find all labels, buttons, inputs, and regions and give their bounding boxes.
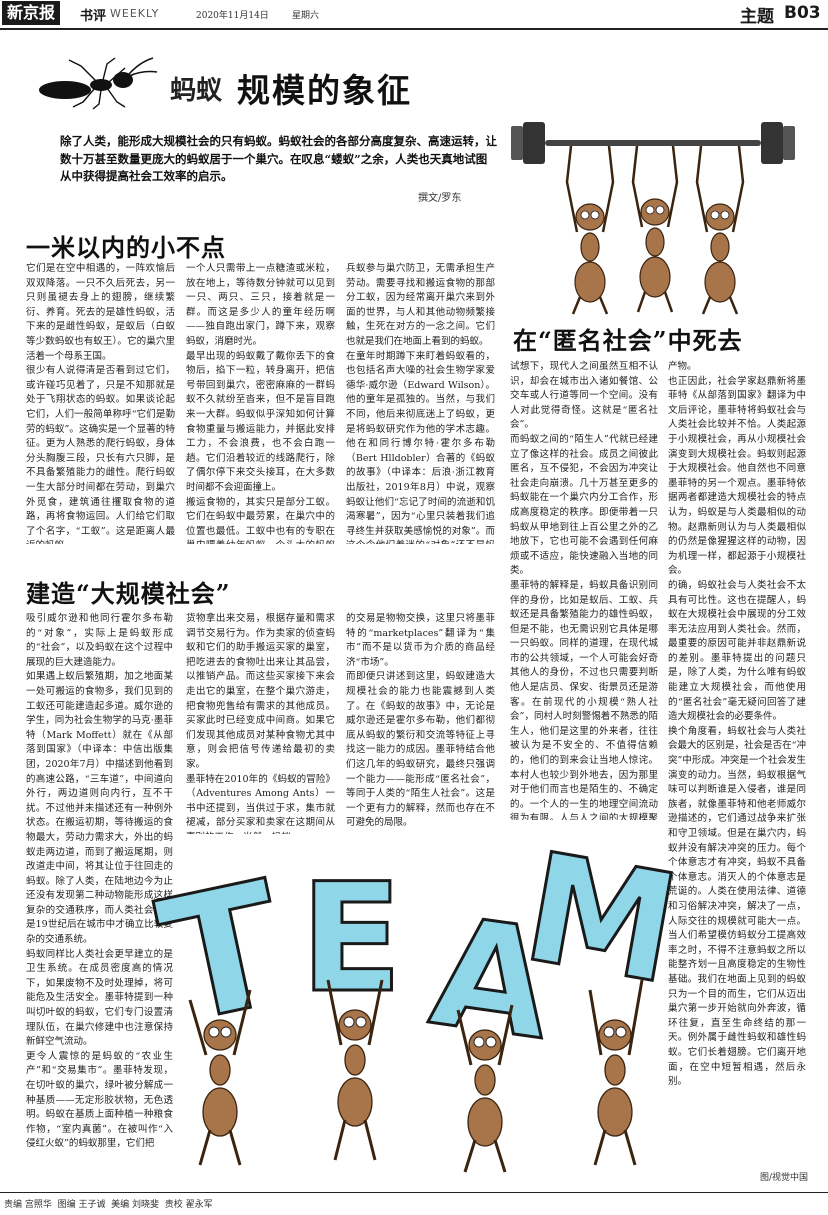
lead-paragraph: 除了人类，能形成大规模社会的只有蚂蚁。蚂蚁社会的各部分高度复杂、高速运转，让数十…: [60, 134, 497, 183]
section-title-2: 建造“大规模社会”: [26, 579, 231, 608]
letter-m: M: [513, 821, 690, 1018]
footer-rule: [0, 1192, 828, 1193]
footer-credits: 责编 宫照华 图编 王子诚 美编 刘晓斐 责校 翟永军: [4, 1200, 213, 1210]
topic-label: 主题: [740, 7, 774, 27]
section-title-3: 在“匿名社会”中死去: [513, 326, 743, 355]
masthead-rule: [0, 28, 828, 30]
section-1-column-2: 一个人只需带上一点糖渣或米粒，放在地上，等待数分钟就可以见到一只、两只、三只，接…: [186, 263, 335, 544]
section-1-column-1: 它们是在空中相遇的，一阵欢愉后双双降落。一只不久后死去，另一只则虽褪去身上的翅膀…: [26, 263, 175, 544]
masthead: 新京报 书评 WEEKLY 2020年11月14日 星期六 主题 B03: [0, 0, 828, 28]
ant-drawing: [25, 52, 160, 110]
weightlifting-ants-illustration: [505, 122, 805, 317]
section-1-column-3: 兵蚁参与巢穴防卫，无需承担生产劳动。需要寻找和搬运食物的那部分工蚁，因为经常离开…: [346, 263, 495, 544]
illustration-credit: 图/视觉中国: [760, 1173, 809, 1183]
section-title-1: 一米以内的小不点: [26, 233, 226, 262]
section-2-column-3: 的交易是物物交换，这里只将墨菲特的“marketplaces”翻译为“集市”而不…: [346, 613, 495, 829]
headline: 规模的象征: [237, 71, 412, 110]
issue-weekday: 星期六: [292, 11, 320, 21]
headline-kicker: 蚂蚁: [170, 76, 223, 106]
section-name: 书评: [80, 9, 107, 24]
section-3-column-1: 试想下，现代人之间虽然互相不认识，却会在城市出入诸如餐馆、公交车或人行道等同一个…: [510, 361, 658, 820]
team-ants-illustration: T E A M: [150, 820, 690, 1180]
section-2-column-2: 货物拿出来交易，根据存量和需求调节交易行为。作为卖家的侦查蚂蚁和它们的助手搬运买…: [186, 613, 335, 834]
byline: 撰文/罗东: [418, 193, 462, 204]
section-english: WEEKLY: [110, 7, 160, 20]
page-number: B03: [784, 3, 821, 23]
issue-date: 2020年11月14日: [196, 11, 269, 21]
paper-name: 新京报: [2, 1, 61, 25]
letter-e: E: [300, 852, 402, 1026]
